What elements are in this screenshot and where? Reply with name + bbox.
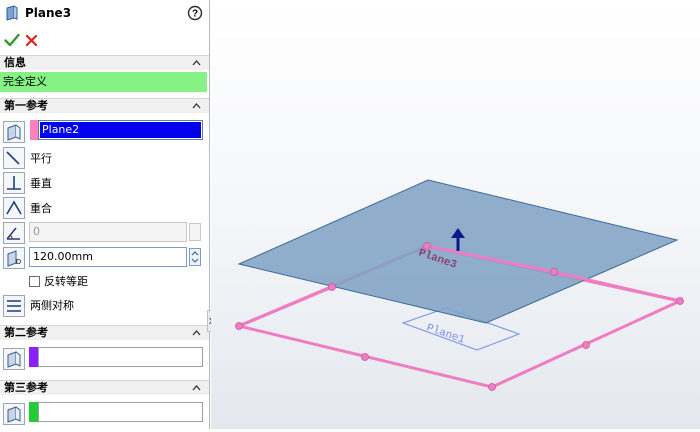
coincident-button[interactable]	[3, 197, 25, 219]
mid-plane-label: 两侧对称	[30, 299, 74, 312]
third-reference-color-swatch	[29, 402, 38, 422]
angle-input[interactable]: 0	[29, 222, 187, 242]
graphics-viewport[interactable]: Plane1 Plane3	[211, 0, 700, 429]
plane-preview-left-edge	[238, 285, 333, 328]
parallel-button[interactable]	[3, 147, 25, 169]
second-reference-header[interactable]: 第二参考	[0, 325, 209, 340]
handle-point	[550, 268, 558, 276]
third-reference-header[interactable]: 第三参考	[0, 380, 209, 395]
svg-text:D: D	[16, 259, 21, 266]
angle-value: 0	[33, 225, 40, 238]
flip-offset-checkbox[interactable]	[29, 276, 40, 287]
feature-title: Plane3	[25, 6, 72, 20]
property-manager-panel: Plane3 ? 信息 完全定义 第一参考 Plane2 平行 垂直 重合 0 …	[0, 0, 210, 429]
second-reference-color-swatch	[29, 347, 38, 367]
chevron-up-icon[interactable]	[192, 329, 201, 336]
status-bar: 完全定义	[0, 72, 207, 92]
chevron-up-icon[interactable]	[192, 59, 201, 66]
mid-plane-button[interactable]	[3, 295, 25, 317]
distance-spinner[interactable]	[189, 248, 201, 266]
handle-point	[676, 297, 684, 305]
coincident-label: 重合	[30, 202, 52, 215]
angle-button[interactable]	[3, 222, 25, 244]
second-reference-field[interactable]	[38, 347, 203, 367]
parallel-label: 平行	[30, 152, 52, 165]
svg-text:?: ?	[192, 9, 198, 20]
second-reference-title: 第二参考	[4, 326, 48, 339]
first-reference-title: 第一参考	[4, 99, 48, 112]
plane1-label: Plane1	[425, 322, 467, 346]
help-icon[interactable]: ?	[187, 5, 203, 21]
first-reference-header[interactable]: 第一参考	[0, 98, 209, 113]
reference-selector-icon[interactable]	[3, 121, 25, 143]
handle-point	[328, 283, 336, 291]
handle-point	[235, 322, 243, 330]
third-reference-title: 第三参考	[4, 381, 48, 394]
first-reference-field[interactable]: Plane2	[38, 120, 203, 140]
plane-feature-icon	[5, 5, 19, 21]
cancel-button[interactable]	[25, 34, 38, 47]
info-section-title: 信息	[4, 56, 26, 69]
info-section-header[interactable]: 信息	[0, 55, 209, 70]
distance-input[interactable]: 120.00mm	[29, 247, 187, 267]
ok-button[interactable]	[4, 33, 20, 47]
chevron-up-icon[interactable]	[192, 102, 201, 109]
perpendicular-button[interactable]	[3, 172, 25, 194]
handle-point	[361, 353, 369, 361]
handle-point	[582, 341, 590, 349]
third-reference-selector-icon[interactable]	[3, 403, 25, 425]
distance-button[interactable]: D	[3, 247, 25, 269]
first-reference-value: Plane2	[42, 123, 80, 136]
chevron-up-icon[interactable]	[192, 384, 201, 391]
distance-value: 120.00mm	[33, 250, 93, 263]
second-reference-selector-icon[interactable]	[3, 348, 25, 370]
flip-offset-label: 反转等距	[44, 275, 88, 288]
viewport-canvas: Plane1 Plane3	[235, 179, 684, 391]
angle-spinner[interactable]	[189, 223, 201, 241]
first-reference-selection: Plane2	[40, 122, 201, 138]
status-text: 完全定义	[3, 75, 47, 88]
third-reference-field[interactable]	[38, 402, 203, 422]
handle-point	[488, 383, 496, 391]
perpendicular-label: 垂直	[30, 177, 52, 190]
